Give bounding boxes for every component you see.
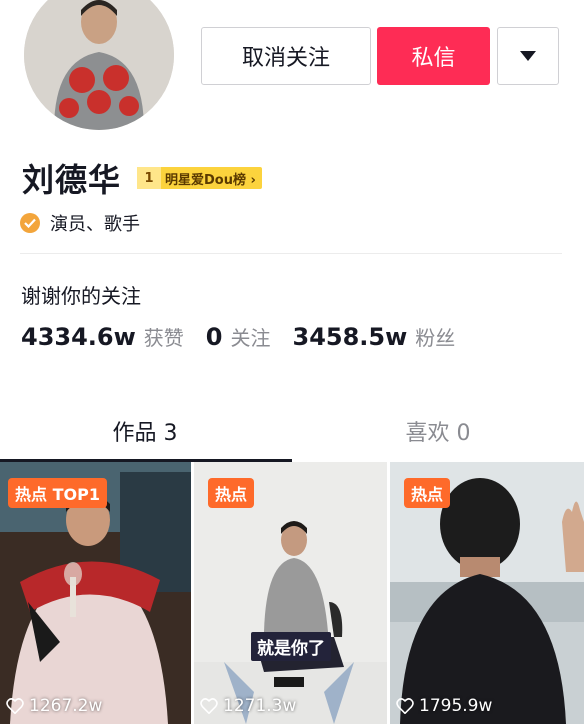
avatar[interactable] [24, 0, 174, 130]
heart-icon [6, 698, 24, 714]
likes-count: 4334.6w [21, 323, 136, 351]
heart-icon [396, 698, 414, 714]
divider [20, 253, 562, 254]
verified-icon [20, 213, 40, 233]
video-likes-count: 1267.2w [29, 696, 103, 716]
message-label: 私信 [411, 46, 456, 71]
video-likes-count: 1271.3w [223, 696, 297, 716]
video-thumbnail[interactable]: 热点 1795.9w [390, 462, 584, 724]
video-thumbnail[interactable]: 热点 就是你了 1271.3w [194, 462, 387, 724]
dropdown-triangle-icon [520, 51, 536, 61]
following-label[interactable]: 关注 [231, 322, 271, 351]
following-count[interactable]: 0 [206, 323, 223, 351]
hot-badge: 热点 [404, 478, 451, 508]
stats-row: 4334.6w 获赞 0 关注 3458.5w 粉丝 [21, 322, 477, 351]
video-likes: 1795.9w [396, 696, 492, 716]
video-likes: 1267.2w [6, 696, 102, 716]
message-button[interactable]: 私信 [377, 27, 490, 85]
unfollow-label: 取消关注 [241, 46, 330, 71]
avatar-image [24, 0, 174, 130]
crown-icon: 1 [137, 167, 161, 189]
bio-text: 谢谢你的关注 [21, 284, 141, 308]
likes-label: 获赞 [143, 326, 184, 350]
profile-name: 刘德华 [22, 161, 122, 199]
unfollow-button[interactable]: 取消关注 [201, 27, 371, 85]
verification-row: 演员、歌手 [20, 210, 140, 236]
more-options-button[interactable] [497, 27, 559, 85]
rank-number: 1 [144, 170, 154, 186]
followers-count[interactable]: 3458.5w [293, 323, 408, 351]
followers-label[interactable]: 粉丝 [415, 322, 455, 351]
heart-icon [200, 698, 218, 714]
hot-badge: 热点 [208, 478, 255, 508]
video-likes-count: 1795.9w [419, 696, 493, 716]
video-likes: 1271.3w [200, 696, 296, 716]
tab-works[interactable]: 作品 3 [0, 415, 290, 447]
verification-text: 演员、歌手 [50, 214, 140, 235]
tab-likes[interactable]: 喜欢 0 [292, 415, 584, 447]
rank-label: 明星爱Dou榜 › [165, 172, 256, 188]
video-thumbnail[interactable]: 热点 TOP1 1267.2w [0, 462, 191, 724]
hot-badge: 热点 TOP1 [8, 478, 107, 508]
rank-badge[interactable]: 1 明星爱Dou榜 › [137, 167, 262, 189]
video-caption: 就是你了 [251, 632, 331, 661]
